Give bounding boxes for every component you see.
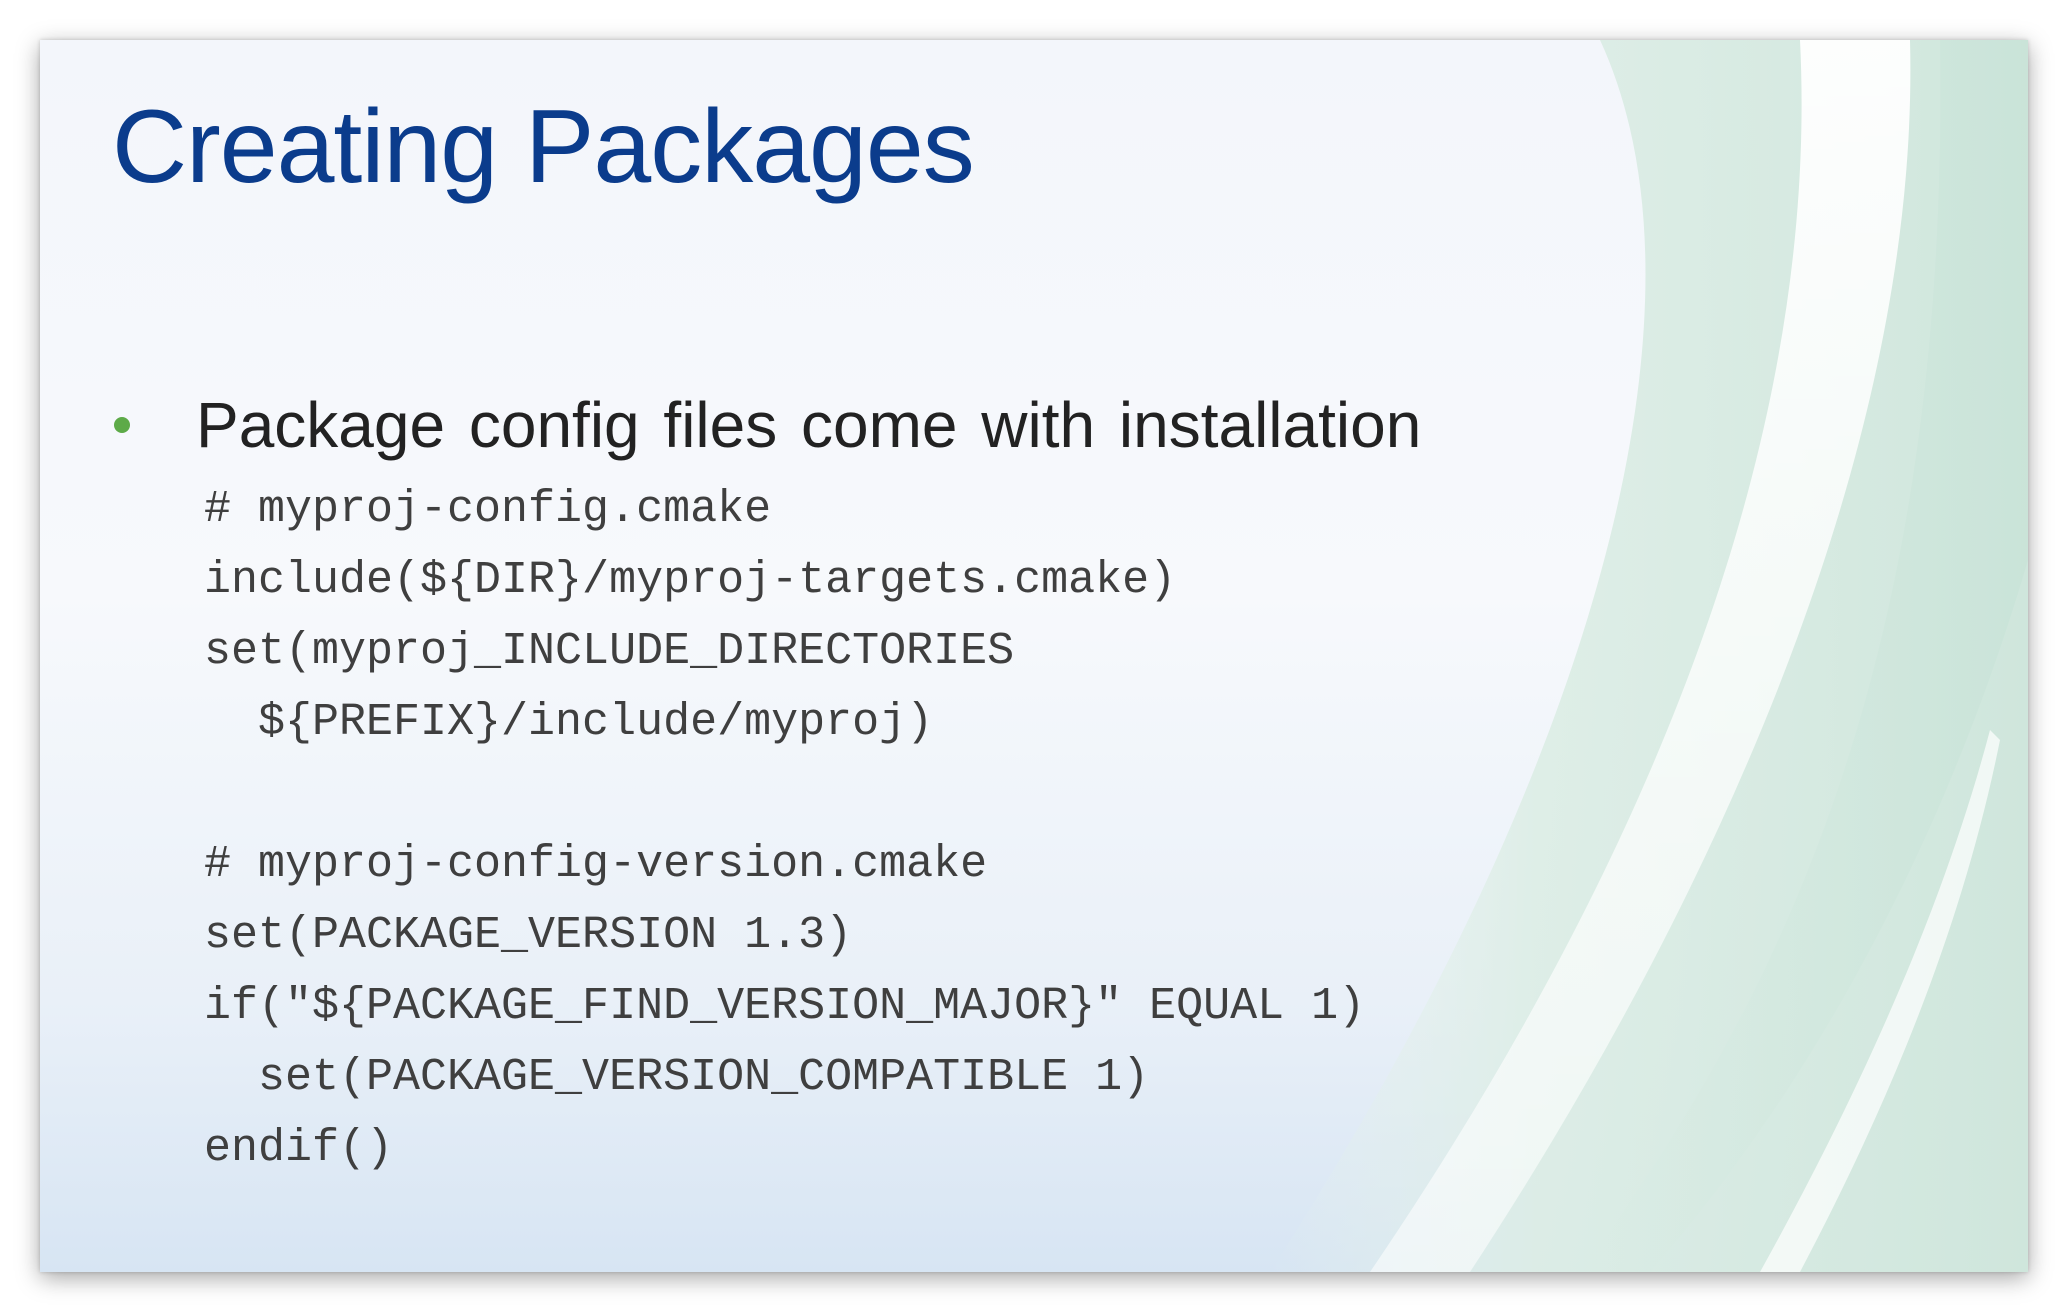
code-line: set(PACKAGE_VERSION 1.3): [204, 910, 853, 961]
code-line: # myproj-config-version.cmake: [204, 839, 988, 890]
code-line: if("${PACKAGE_FIND_VERSION_MAJOR}" EQUAL…: [204, 981, 1366, 1032]
bullet-text: Package config files come with installat…: [196, 389, 1422, 461]
code-block: # myproj-config.cmake include(${DIR}/myp…: [204, 474, 1365, 1184]
code-line: include(${DIR}/myproj-targets.cmake): [204, 555, 1177, 606]
code-line: ${PREFIX}/include/myproj): [204, 697, 934, 748]
bullet-item: Package config files come with installat…: [108, 380, 1421, 470]
bullet-dot-icon: [114, 417, 130, 433]
code-line: # myproj-config.cmake: [204, 484, 772, 535]
video-frame: Creating Packages Package config files c…: [0, 0, 2068, 1312]
slide-title: Creating Packages: [112, 89, 975, 205]
code-line: set(PACKAGE_VERSION_COMPATIBLE 1): [204, 1052, 1150, 1103]
code-line: endif(): [204, 1123, 394, 1174]
code-line: set(myproj_INCLUDE_DIRECTORIES: [204, 626, 1015, 677]
presentation-slide: Creating Packages Package config files c…: [40, 40, 2028, 1272]
